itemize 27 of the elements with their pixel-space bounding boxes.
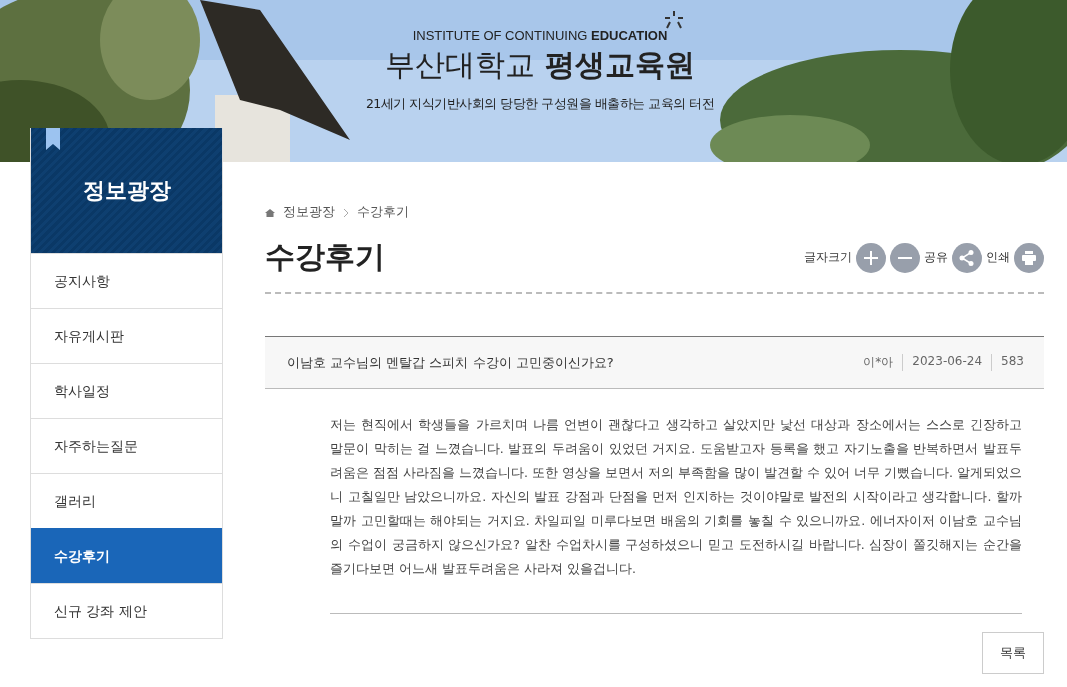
print-label: 인쇄 bbox=[986, 249, 1010, 266]
page-title: 수강후기 bbox=[265, 238, 385, 276]
list-button[interactable]: 목록 bbox=[982, 632, 1044, 674]
post-title: 이남호 교수님의 멘탈갑 스피치 수강이 고민중이신가요? bbox=[287, 353, 614, 372]
print-button[interactable] bbox=[1014, 242, 1044, 273]
tagline: 21세기 지식기반사회의 당당한 구성원을 배출하는 교육의 터전 bbox=[365, 96, 715, 113]
view-count: 583 bbox=[991, 354, 1024, 371]
breadcrumb-link[interactable]: 정보광장 bbox=[283, 204, 335, 221]
zoom-out-button[interactable] bbox=[890, 242, 920, 273]
share-label: 공유 bbox=[924, 249, 948, 266]
post-body: 저는 현직에서 학생들을 가르치며 나름 언변이 괜찮다고 생각하고 살았지만 낯선 대상과 장소에서는 스스로 긴장하고 말문이 막히는 걸 느꼈습니다. 발표의 두려움이 있었던 거지요. 도움받고자 등록을 했고 자기노출을 반복하면서 발표두려움은 점점 사라짐을 느꼈습니다. 또한 영상을 보면서 저의 부족함을 많이 발견할 수 있어 너무 기뻤습니다. 알게되었으니 고칠일만 남았으니까요. 자신의 발표 강점과 단점을 먼저 인지하는 것이야말로 발전의 시작이라고 생각합니다. 할까말까 고민할때는 해야되는 거지요. 차일피일 미루다보면 배움의 기회를 놓칠 수 있으니까요. 에너자이저 이남호 교수님의 수업이 궁금하지 않으신가요? 알찬 수업차시를 구성하셨으니 믿고 도전하시길 바랍니다. 심장이 쫄깃해지는 순간을 즐기다보면 어느새 발표두려움은 사라져 있을겁니다. bbox=[330, 413, 1022, 614]
bookmark-icon bbox=[46, 128, 60, 150]
chevron-icon bbox=[343, 207, 349, 218]
zoom-in-button[interactable] bbox=[856, 242, 886, 273]
institute-title-bold: 평생교육원 bbox=[545, 46, 695, 84]
sidebar-title: 정보광장 bbox=[82, 176, 171, 205]
sidebar-item[interactable]: 수강후기 bbox=[31, 528, 222, 583]
institute-name: INSTITUTE OF CONTINUING EDUCATION bbox=[412, 28, 668, 43]
font-size-label: 글자크기 bbox=[804, 249, 852, 266]
post-author: 이*아 bbox=[863, 354, 894, 371]
breadcrumb-link[interactable]: 수강후기 bbox=[357, 204, 409, 221]
institute-title: 부산대학교 bbox=[385, 46, 535, 84]
zoom-out-icon bbox=[898, 256, 912, 259]
home-icon bbox=[265, 207, 275, 218]
share-button[interactable] bbox=[952, 242, 982, 273]
post-date: 2023-06-24 bbox=[902, 354, 983, 371]
sparkle-icon bbox=[662, 10, 686, 30]
